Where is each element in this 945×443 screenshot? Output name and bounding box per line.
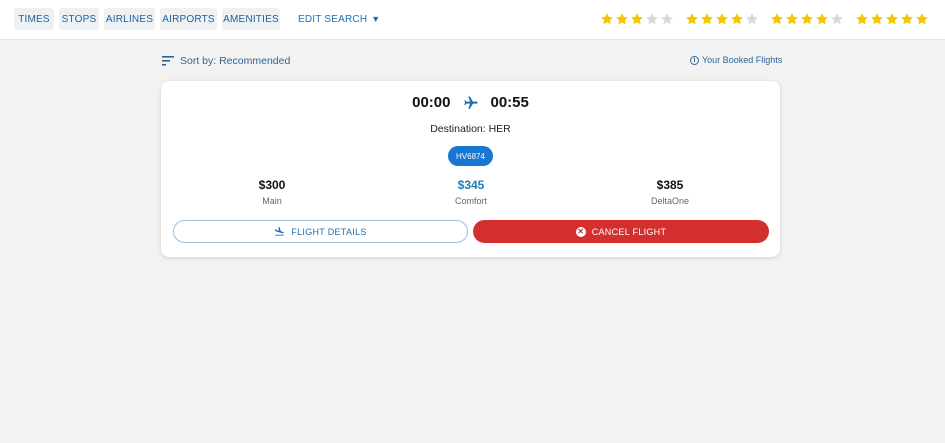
sort-icon [162, 56, 174, 66]
booked-flights-link[interactable]: i Your Booked Flights [690, 53, 782, 67]
filter-airports-button[interactable]: AIRPORTS [160, 8, 217, 30]
edit-search-label: EDIT SEARCH [298, 13, 368, 25]
star-filled-icon [601, 13, 613, 25]
info-icon: i [690, 55, 699, 65]
star-empty-icon [746, 13, 758, 25]
star-filled-icon [616, 13, 628, 25]
cancel-flight-button[interactable]: ✕ CANCEL FLIGHT [473, 220, 769, 243]
fare-price: $345 [457, 178, 485, 192]
flight-times: 00:00 00:55 [161, 94, 780, 111]
flight-details-button[interactable]: FLIGHT DETAILS [173, 220, 468, 243]
fare-main[interactable]: $300 Main [212, 178, 332, 206]
rating-filter-4a[interactable] [685, 9, 760, 29]
star-filled-icon [786, 13, 798, 25]
flight-details-label: FLIGHT DETAILS [291, 226, 367, 237]
fare-deltaone[interactable]: $385 DeltaOne [610, 178, 730, 206]
filter-times-button[interactable]: TIMES [14, 8, 54, 30]
star-filled-icon [886, 13, 898, 25]
rating-filter-4b[interactable] [770, 9, 845, 29]
fare-class: Comfort [454, 196, 487, 206]
star-filled-icon [731, 13, 743, 25]
sort-label: Sort by: Recommended [180, 55, 291, 67]
cancel-flight-label: CANCEL FLIGHT [591, 226, 667, 237]
depart-time: 00:00 [412, 94, 451, 111]
sort-dropdown[interactable]: Sort by: Recommended [162, 53, 290, 69]
filter-bar: TIMES STOPS AIRLINES AIRPORTS AMENITIES … [0, 0, 945, 40]
cancel-circle-icon: ✕ [575, 226, 586, 237]
fare-comfort[interactable]: $345 Comfort [411, 178, 531, 206]
flight-card: 00:00 00:55 Destination: HER HV6874 $300… [161, 81, 780, 257]
star-filled-icon [816, 13, 828, 25]
caret-down-icon: ▼ [371, 14, 381, 24]
flight-code-badge: HV6874 [448, 146, 493, 166]
star-filled-icon [856, 13, 868, 25]
filter-amenities-button[interactable]: AMENITIES [222, 8, 280, 30]
star-filled-icon [871, 13, 883, 25]
rating-filter-3[interactable] [600, 9, 675, 29]
star-empty-icon [831, 13, 843, 25]
star-empty-icon [646, 13, 658, 25]
star-empty-icon [661, 13, 673, 25]
star-filled-icon [631, 13, 643, 25]
booked-flights-label: Your Booked Flights [702, 55, 783, 65]
airplane-icon [463, 95, 478, 109]
fare-price: $385 [656, 178, 684, 192]
star-filled-icon [701, 13, 713, 25]
filter-stops-button[interactable]: STOPS [59, 8, 99, 30]
arrive-time: 00:55 [490, 94, 529, 111]
fare-class: DeltaOne [650, 196, 690, 206]
star-filled-icon [801, 13, 813, 25]
star-filled-icon [916, 13, 928, 25]
star-filled-icon [771, 13, 783, 25]
destination-label: Destination: HER [430, 123, 511, 135]
star-filled-icon [686, 13, 698, 25]
filter-airlines-button[interactable]: AIRLINES [104, 8, 155, 30]
fare-class: Main [262, 196, 282, 206]
edit-search-button[interactable]: EDIT SEARCH ▼ [298, 8, 380, 30]
rating-filter-5[interactable] [855, 9, 930, 29]
star-filled-icon [716, 13, 728, 25]
flight-land-icon [275, 226, 285, 236]
fare-price: $300 [258, 178, 286, 192]
star-filled-icon [901, 13, 913, 25]
